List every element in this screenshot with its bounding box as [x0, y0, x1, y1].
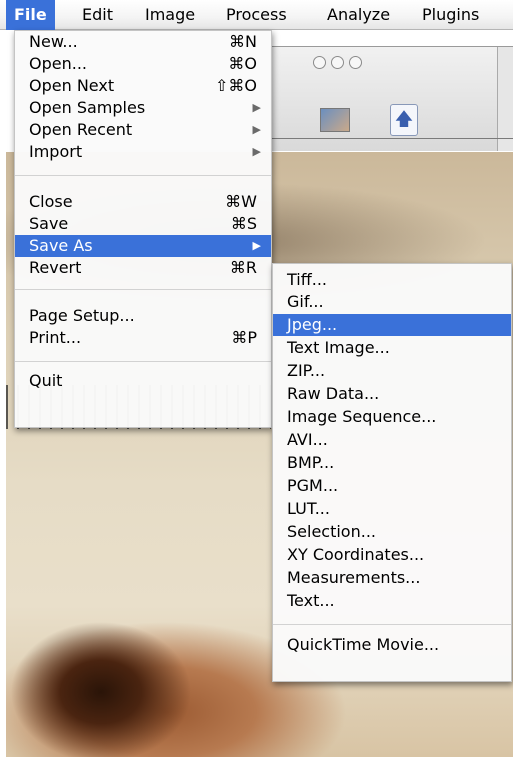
background-document-edge [497, 47, 513, 151]
menu-item-new[interactable]: New... ⌘N [15, 31, 271, 53]
shortcut-label: ⌘P [231, 328, 257, 347]
menu-item-label: PGM... [287, 476, 339, 495]
menu-item-label: Text... [287, 591, 335, 610]
menu-item-bmp[interactable]: BMP... [273, 452, 511, 474]
menu-item-label: Open Recent [29, 120, 133, 139]
menu-item-measurements[interactable]: Measurements... [273, 567, 511, 589]
file-menu: New... ⌘N Open... ⌘O Open Next ⇧⌘O Open Sam… [14, 30, 272, 428]
menu-item-save-as[interactable]: Save As ▶ [15, 235, 271, 257]
menu-item-label: Open Next [29, 76, 115, 95]
menu-item-raw-data[interactable]: Raw Data... [273, 383, 511, 405]
menu-item-revert[interactable]: Revert ⌘R [15, 257, 271, 279]
menu-item-label: Revert [29, 258, 82, 277]
menu-item-open-samples[interactable]: Open Samples ▶ [15, 97, 271, 119]
menu-image[interactable]: Image [137, 0, 203, 30]
menu-file[interactable]: File [6, 0, 55, 30]
menu-item-label: Close [29, 192, 73, 211]
menu-separator [15, 175, 271, 176]
menu-item-quit[interactable]: Quit [15, 370, 271, 392]
menu-item-lut[interactable]: LUT... [273, 498, 511, 520]
menu-item-label: Selection... [287, 522, 376, 541]
shortcut-label: ⌘S [230, 214, 257, 233]
toolbar-divider [270, 138, 513, 139]
menu-item-label: LUT... [287, 499, 330, 518]
menu-item-label: XY Coordinates... [287, 545, 425, 564]
menu-edit[interactable]: Edit [74, 0, 121, 30]
submenu-arrow-icon: ▶ [252, 145, 261, 158]
menu-item-import[interactable]: Import ▶ [15, 141, 271, 163]
menu-item-label: Import [29, 142, 83, 161]
menu-item-label: QuickTime Movie... [287, 635, 440, 654]
menu-item-jpeg[interactable]: Jpeg... [273, 314, 511, 336]
menu-item-label: Open... [29, 54, 87, 73]
submenu-arrow-icon: ▶ [252, 101, 261, 114]
close-window-icon[interactable] [313, 56, 326, 69]
menu-separator [15, 361, 271, 362]
menu-plugins[interactable]: Plugins [414, 0, 487, 30]
save-as-submenu: Tiff... Gif... Jpeg... Text Image... ZIP… [272, 263, 512, 682]
menu-item-label: Quit [29, 371, 63, 390]
menu-item-label: Raw Data... [287, 384, 380, 403]
menu-item-label: ZIP... [287, 361, 326, 380]
menu-item-text[interactable]: Text... [273, 590, 511, 612]
menu-item-label: Gif... [287, 292, 324, 311]
menu-item-zip[interactable]: ZIP... [273, 360, 511, 382]
menu-item-label: Open Samples [29, 98, 146, 117]
minimize-window-icon[interactable] [331, 56, 344, 69]
menu-analyze[interactable]: Analyze [319, 0, 398, 30]
submenu-arrow-icon: ▶ [252, 239, 261, 252]
menu-item-save[interactable]: Save ⌘S [15, 213, 271, 235]
menu-item-label: Print... [29, 328, 82, 347]
menu-bar: File Edit Image Process Analyze Plugins [0, 0, 513, 30]
menu-item-text-image[interactable]: Text Image... [273, 337, 511, 359]
menu-item-label: Jpeg... [287, 315, 338, 334]
shortcut-label: ⌘N [229, 32, 257, 51]
menu-item-label: Measurements... [287, 568, 421, 587]
menu-item-close[interactable]: Close ⌘W [15, 191, 271, 213]
menu-item-selection[interactable]: Selection... [273, 521, 511, 543]
menu-item-label: Page Setup... [29, 306, 135, 325]
menu-item-xy-coordinates[interactable]: XY Coordinates... [273, 544, 511, 566]
menu-item-label: Text Image... [287, 338, 390, 357]
menu-item-label: Save [29, 214, 69, 233]
menu-item-tiff[interactable]: Tiff... [273, 269, 511, 291]
menu-item-open-recent[interactable]: Open Recent ▶ [15, 119, 271, 141]
menu-process[interactable]: Process [218, 0, 295, 30]
image-thumbnail-icon[interactable] [320, 108, 350, 132]
menu-item-print[interactable]: Print... ⌘P [15, 327, 271, 349]
upload-arrow-icon[interactable]: 🡅 [390, 104, 418, 136]
menu-item-gif[interactable]: Gif... [273, 291, 511, 313]
menu-item-label: BMP... [287, 453, 335, 472]
zoom-window-icon[interactable] [349, 56, 362, 69]
shortcut-label: ⇧⌘O [215, 76, 257, 95]
submenu-arrow-icon: ▶ [252, 123, 261, 136]
menu-item-page-setup[interactable]: Page Setup... [15, 305, 271, 327]
shortcut-label: ⌘R [229, 258, 257, 277]
shortcut-label: ⌘W [225, 192, 257, 211]
menu-item-open-next[interactable]: Open Next ⇧⌘O [15, 75, 271, 97]
menu-item-label: AVI... [287, 430, 328, 449]
menu-separator [15, 289, 271, 290]
menu-item-label: Save As [29, 236, 93, 255]
shortcut-label: ⌘O [228, 54, 257, 73]
menu-item-open[interactable]: Open... ⌘O [15, 53, 271, 75]
menu-item-quicktime-movie[interactable]: QuickTime Movie... [273, 634, 511, 656]
menu-item-label: New... [29, 32, 78, 51]
menu-item-label: Tiff... [287, 270, 328, 289]
menu-item-image-sequence[interactable]: Image Sequence... [273, 406, 511, 428]
menu-item-pgm[interactable]: PGM... [273, 475, 511, 497]
menu-separator [273, 624, 511, 625]
menu-item-avi[interactable]: AVI... [273, 429, 511, 451]
menu-item-label: Image Sequence... [287, 407, 437, 426]
